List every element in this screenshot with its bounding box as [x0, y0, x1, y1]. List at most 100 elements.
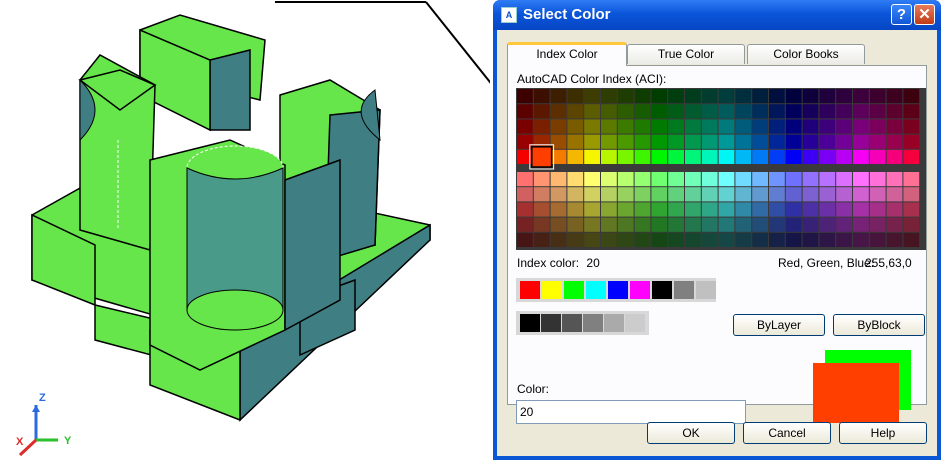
- aci-swatch[interactable]: [668, 134, 684, 149]
- aci-swatch[interactable]: [634, 217, 651, 232]
- aci-swatch[interactable]: [668, 187, 684, 202]
- aci-swatch[interactable]: [685, 134, 701, 149]
- aci-swatch[interactable]: [617, 119, 634, 134]
- aci-swatch[interactable]: [886, 104, 903, 119]
- aci-swatch[interactable]: [735, 104, 752, 119]
- aci-swatch[interactable]: [685, 172, 701, 187]
- aci-swatch[interactable]: [651, 134, 668, 149]
- aci-swatch[interactable]: [735, 134, 752, 149]
- aci-swatch[interactable]: [550, 172, 567, 187]
- aci-swatch[interactable]: [836, 104, 852, 119]
- aci-swatch[interactable]: [617, 104, 634, 119]
- selected-aci-swatch[interactable]: [531, 146, 553, 168]
- aci-swatch[interactable]: [903, 104, 920, 119]
- aci-swatch[interactable]: [718, 119, 735, 134]
- aci-swatch[interactable]: [651, 172, 668, 187]
- aci-swatch[interactable]: [886, 149, 903, 164]
- aci-swatch[interactable]: [701, 217, 718, 232]
- aci-swatch[interactable]: [869, 187, 886, 202]
- aci-swatch[interactable]: [517, 217, 533, 232]
- titlebar-help-button[interactable]: ?: [891, 4, 912, 25]
- aci-swatch[interactable]: [584, 187, 600, 202]
- aci-swatch[interactable]: [567, 134, 584, 149]
- aci-swatch[interactable]: [903, 89, 920, 104]
- aci-swatch[interactable]: [701, 149, 718, 164]
- aci-swatch[interactable]: [718, 134, 735, 149]
- aci-swatch[interactable]: [836, 134, 852, 149]
- standard-color-swatch[interactable]: [696, 281, 716, 299]
- tab-true-color[interactable]: True Color: [627, 44, 745, 64]
- aci-swatch[interactable]: [785, 202, 802, 217]
- aci-swatch[interactable]: [634, 232, 651, 247]
- aci-swatch[interactable]: [769, 119, 785, 134]
- aci-swatch[interactable]: [517, 104, 533, 119]
- aci-swatch[interactable]: [584, 134, 600, 149]
- gray-color-swatch[interactable]: [625, 314, 645, 332]
- aci-swatch[interactable]: [567, 104, 584, 119]
- aci-swatch[interactable]: [836, 217, 852, 232]
- aci-swatch[interactable]: [567, 232, 584, 247]
- aci-swatch[interactable]: [735, 187, 752, 202]
- aci-swatch[interactable]: [785, 119, 802, 134]
- aci-swatch[interactable]: [769, 134, 785, 149]
- aci-swatch[interactable]: [567, 187, 584, 202]
- aci-swatch[interactable]: [685, 149, 701, 164]
- aci-swatch[interactable]: [668, 217, 684, 232]
- aci-swatch[interactable]: [785, 104, 802, 119]
- aci-swatch[interactable]: [584, 149, 600, 164]
- aci-swatch[interactable]: [785, 217, 802, 232]
- aci-swatch[interactable]: [752, 232, 768, 247]
- aci-swatch[interactable]: [651, 202, 668, 217]
- aci-swatch[interactable]: [886, 89, 903, 104]
- aci-swatch[interactable]: [617, 217, 634, 232]
- ok-button[interactable]: OK: [647, 422, 735, 444]
- aci-swatch[interactable]: [718, 187, 735, 202]
- aci-swatch[interactable]: [701, 187, 718, 202]
- aci-swatch[interactable]: [617, 232, 634, 247]
- aci-swatch[interactable]: [634, 149, 651, 164]
- aci-swatch[interactable]: [836, 149, 852, 164]
- aci-swatch[interactable]: [752, 104, 768, 119]
- aci-swatch[interactable]: [601, 89, 617, 104]
- aci-swatch[interactable]: [819, 232, 836, 247]
- aci-swatch[interactable]: [853, 202, 869, 217]
- aci-swatch[interactable]: [584, 232, 600, 247]
- aci-swatch[interactable]: [550, 202, 567, 217]
- aci-swatch[interactable]: [903, 187, 920, 202]
- aci-swatch[interactable]: [701, 172, 718, 187]
- aci-swatch[interactable]: [785, 172, 802, 187]
- aci-swatch[interactable]: [651, 104, 668, 119]
- aci-swatch[interactable]: [819, 202, 836, 217]
- aci-swatch[interactable]: [567, 217, 584, 232]
- aci-swatch[interactable]: [785, 89, 802, 104]
- aci-swatch[interactable]: [533, 232, 550, 247]
- aci-swatch[interactable]: [752, 134, 768, 149]
- standard-color-swatch[interactable]: [652, 281, 672, 299]
- aci-swatch[interactable]: [886, 134, 903, 149]
- aci-swatch[interactable]: [752, 172, 768, 187]
- aci-swatch[interactable]: [718, 232, 735, 247]
- aci-swatch[interactable]: [903, 134, 920, 149]
- aci-swatch[interactable]: [802, 119, 819, 134]
- aci-swatch[interactable]: [869, 134, 886, 149]
- gray-color-swatch[interactable]: [583, 314, 603, 332]
- aci-swatch[interactable]: [601, 187, 617, 202]
- gray-color-swatch[interactable]: [541, 314, 561, 332]
- aci-swatch[interactable]: [685, 232, 701, 247]
- aci-swatch[interactable]: [668, 202, 684, 217]
- aci-swatch[interactable]: [769, 89, 785, 104]
- standard-color-swatch[interactable]: [520, 281, 540, 299]
- aci-swatch[interactable]: [785, 149, 802, 164]
- aci-swatch[interactable]: [550, 217, 567, 232]
- aci-swatch-grid[interactable]: [516, 88, 926, 250]
- aci-swatch[interactable]: [836, 172, 852, 187]
- aci-swatch[interactable]: [735, 232, 752, 247]
- aci-swatch[interactable]: [769, 149, 785, 164]
- aci-swatch[interactable]: [886, 202, 903, 217]
- tab-index-color[interactable]: Index Color: [507, 42, 627, 66]
- aci-swatch[interactable]: [903, 172, 920, 187]
- aci-swatch[interactable]: [718, 104, 735, 119]
- aci-swatch[interactable]: [819, 172, 836, 187]
- aci-swatch[interactable]: [735, 217, 752, 232]
- help-button[interactable]: Help: [839, 422, 927, 444]
